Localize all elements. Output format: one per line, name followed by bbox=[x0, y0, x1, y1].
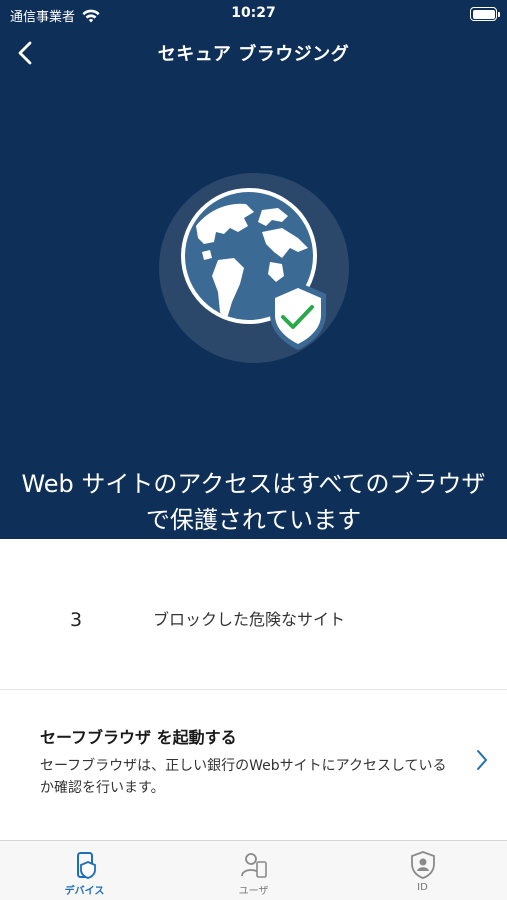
user-device-icon bbox=[240, 853, 267, 878]
status-time: 10:27 bbox=[231, 5, 276, 21]
tab-user[interactable]: ユーザ bbox=[169, 841, 338, 900]
battery-icon bbox=[470, 7, 500, 21]
navigation-bar: セキュア ブラウジング bbox=[0, 30, 507, 74]
protection-status-message: Web サイトのアクセスはすべてのブラウザで保護されています bbox=[21, 470, 486, 534]
tab-bar: デバイス ユーザ ID bbox=[0, 840, 507, 900]
status-bar: 通信事業者 10:27 bbox=[0, 0, 507, 30]
launch-safe-browser-title: セーフブラウザ を起動する bbox=[40, 728, 237, 747]
blocked-sites-stat: 3 ブロックした危険なサイト bbox=[0, 539, 507, 689]
page-title: セキュア ブラウジング bbox=[157, 44, 350, 65]
chevron-right-icon bbox=[477, 750, 487, 770]
tab-user-label: ユーザ bbox=[238, 886, 269, 897]
blocked-sites-label: ブロックした危険なサイト bbox=[153, 610, 346, 629]
tab-device-label: デバイス bbox=[64, 886, 105, 897]
launch-safe-browser-description: セーフブラウザは、正しい銀行のWebサイトにアクセスしているか確認を行います。 bbox=[40, 758, 447, 796]
tab-id-label: ID bbox=[417, 882, 428, 893]
hero-section: 通信事業者 10:27 セキュア ブラウジング Web サイトのアクセスはすべて… bbox=[0, 0, 507, 539]
tab-id[interactable]: ID bbox=[338, 841, 507, 900]
globe-shield-check-icon bbox=[159, 173, 349, 363]
tab-device[interactable]: デバイス bbox=[0, 841, 169, 900]
device-shield-icon bbox=[76, 852, 96, 879]
launch-safe-browser-cell[interactable]: セーフブラウザ を起動する セーフブラウザは、正しい銀行のWebサイトにアクセス… bbox=[0, 690, 507, 840]
id-shield-icon bbox=[410, 851, 435, 879]
blocked-sites-count: 3 bbox=[70, 609, 83, 631]
